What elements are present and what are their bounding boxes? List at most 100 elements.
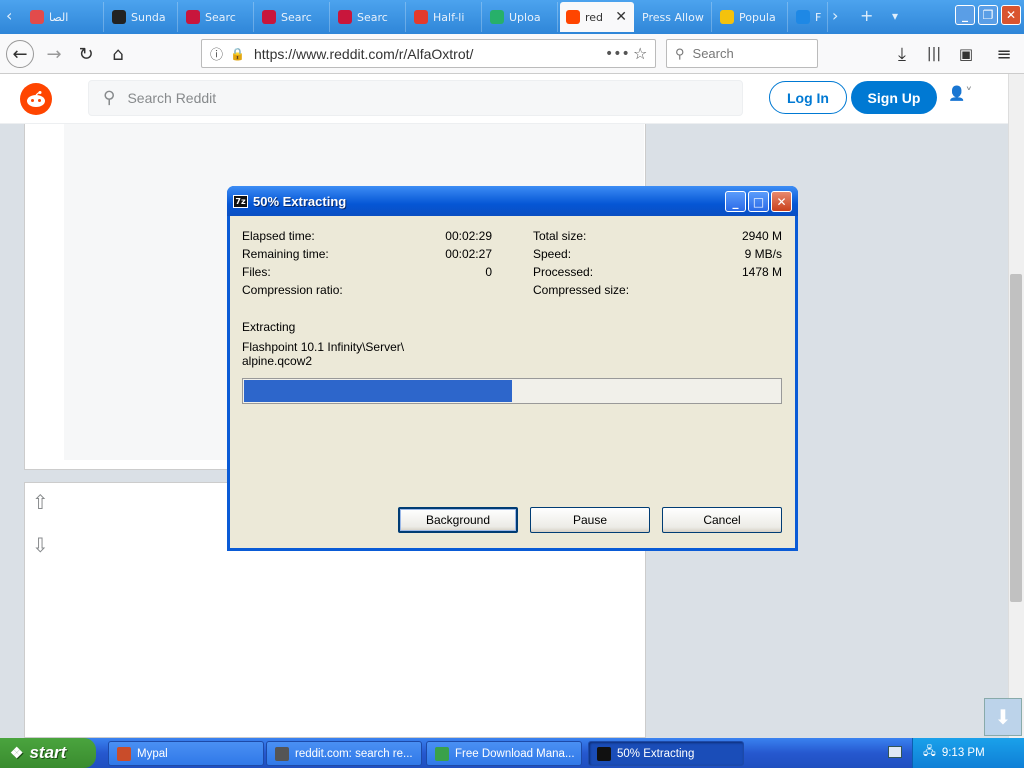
pause-button[interactable]: Pause — [530, 507, 650, 533]
url-text[interactable]: https://www.reddit.com/r/AlfaOxtrot/ — [254, 46, 473, 62]
taskbar-button[interactable]: reddit.com: search re... — [266, 741, 422, 766]
stat-value: 0 — [485, 265, 492, 279]
browser-tab-strip: ‹ الصا Sunda Searc Searc Searc Half-li Uploa re… — [0, 0, 1024, 34]
file-path-line: alpine.qcow2 — [242, 354, 313, 368]
taskbar-button-label: reddit.com: search re... — [295, 747, 413, 760]
browser-tab[interactable]: Sunda — [106, 2, 178, 32]
browser-tab-label: Searc — [281, 10, 312, 24]
tab-list-chevron-icon[interactable]: ▾ — [892, 9, 898, 23]
url-bar[interactable]: ⓘ 🔒 https://www.reddit.com/r/AlfaOxtrot/… — [201, 39, 656, 68]
browser-tab-label: Searc — [357, 10, 388, 24]
dialog-close-button[interactable]: ✕ — [771, 191, 792, 212]
browser-tab[interactable]: Popula — [714, 2, 788, 32]
cancel-button[interactable]: Cancel — [662, 507, 782, 533]
lock-icon: 🔒 — [230, 46, 245, 61]
close-tab-icon[interactable]: ✕ — [615, 9, 627, 25]
reddit-search-input[interactable]: ⚲ Search Reddit — [88, 80, 743, 116]
user-menu-icon[interactable]: 👤˅ — [948, 86, 972, 102]
stat-row: Compression ratio: — [242, 283, 492, 299]
close-window-button[interactable]: ✕ — [1001, 5, 1021, 25]
browser-tab[interactable]: Half-li — [408, 2, 482, 32]
dialog-maximize-button[interactable]: □ — [748, 191, 769, 212]
upload-icon — [490, 10, 504, 24]
reload-button[interactable]: ↻ — [72, 40, 100, 68]
sidebar-icon[interactable]: ▣ — [952, 40, 980, 68]
network-icon[interactable]: 🖧 — [923, 744, 936, 763]
current-file-path: Flashpoint 10.1 Infinity\Server\ alpine.… — [242, 340, 404, 368]
restore-window-button[interactable]: ❐ — [978, 5, 998, 25]
stat-value: 2940 M — [741, 229, 782, 243]
taskbar-button[interactable]: Mypal — [108, 741, 264, 766]
search-favicon-icon — [262, 10, 276, 24]
downloads-icon[interactable]: ⤓ — [888, 40, 916, 68]
stat-row: Processed: 1478 M — [533, 265, 782, 281]
menu-icon[interactable]: ≡ — [990, 40, 1018, 68]
stat-value: 00:02:27 — [445, 247, 492, 261]
browser-tab-label: Uploa — [509, 10, 541, 24]
browser-tab[interactable]: Searc — [180, 2, 254, 32]
upvote-icon[interactable]: ⇧ — [32, 490, 49, 514]
info-icon[interactable]: ⓘ — [210, 44, 223, 63]
keyboard-icon[interactable] — [888, 746, 902, 758]
search-icon: ⚲ — [103, 88, 116, 107]
browser-tab[interactable]: F — [790, 2, 828, 32]
taskbar-button[interactable]: 50% Extracting — [588, 741, 744, 766]
browser-tab-label: Press Allow — [642, 10, 704, 24]
extraction-dialog: 7z 50% Extracting _ □ ✕ Elapsed time: 00:… — [227, 186, 798, 551]
stat-row: Total size: 2940 M — [533, 229, 782, 245]
half-life-icon — [414, 10, 428, 24]
reddit-icon — [566, 10, 580, 24]
downvote-icon[interactable]: ⇩ — [32, 533, 49, 557]
clock[interactable]: 9:13 PM — [942, 747, 985, 759]
signup-button[interactable]: Sign Up — [851, 81, 937, 114]
progress-fill — [244, 380, 512, 402]
stat-label: Total size: — [533, 229, 587, 243]
download-arrow-icon[interactable]: ⬇ — [984, 698, 1022, 736]
browser-tab-label: Sunda — [131, 10, 166, 24]
dialog-title: 50% Extracting — [253, 193, 347, 209]
bookmark-star-icon[interactable]: ☆ — [633, 44, 647, 63]
tab-scroll-right-icon[interactable]: › — [832, 6, 838, 25]
system-tray: 🖧 9:13 PM — [912, 738, 1024, 768]
fdm-icon — [435, 746, 449, 761]
login-button[interactable]: Log In — [769, 81, 847, 114]
stat-label: Elapsed time: — [242, 229, 315, 243]
new-tab-icon[interactable]: + — [860, 6, 873, 25]
browser-tab[interactable]: red ✕ — [560, 2, 634, 32]
browser-search-field[interactable]: ⚲ Search — [666, 39, 818, 68]
tab-scroll-left-icon[interactable]: ‹ — [6, 6, 12, 25]
stat-value: 1478 M — [741, 265, 782, 279]
browser-tab-label: F — [815, 10, 822, 24]
browser-tab[interactable]: Searc — [256, 2, 330, 32]
browser-tab[interactable]: الصا — [24, 2, 104, 32]
reddit-logo-icon[interactable] — [20, 83, 52, 115]
browser-tab[interactable]: Searc — [332, 2, 406, 32]
forward-button[interactable]: → — [40, 40, 68, 68]
minimize-window-button[interactable]: _ — [955, 5, 975, 25]
7zip-icon — [597, 746, 611, 761]
background-button[interactable]: Background — [398, 507, 518, 533]
pulse-icon — [112, 10, 126, 24]
browser-tab[interactable]: Press Allow — [636, 2, 712, 32]
browser-tab-label: Searc — [205, 10, 236, 24]
dialog-title-bar[interactable]: 7z 50% Extracting _ □ ✕ — [227, 186, 798, 216]
scrollbar-thumb[interactable] — [1010, 274, 1022, 602]
home-button[interactable]: ⌂ — [104, 40, 132, 68]
taskbar: ❖ start Mypal reddit.com: search re... Fre… — [0, 738, 1024, 768]
taskbar-button[interactable]: Free Download Mana... — [426, 741, 582, 766]
taskbar-button-label: Free Download Mana... — [455, 747, 575, 760]
start-label: start — [29, 743, 67, 762]
browser-tab[interactable]: Uploa — [484, 2, 558, 32]
stat-row: Files: 0 — [242, 265, 492, 281]
stat-value: 9 MB/s — [744, 247, 782, 261]
search-favicon-icon — [186, 10, 200, 24]
stat-label: Speed: — [533, 247, 572, 261]
browser-tab-label: الصا — [49, 10, 69, 24]
library-icon[interactable]: ||| — [920, 40, 948, 68]
page-actions-icon[interactable]: ••• — [605, 46, 630, 62]
dialog-minimize-button[interactable]: _ — [725, 191, 746, 212]
start-button[interactable]: ❖ start — [0, 738, 96, 768]
back-button[interactable]: ← — [6, 40, 34, 68]
taskbar-button-label: Mypal — [137, 747, 168, 760]
taskbar-button-label: 50% Extracting — [617, 747, 695, 760]
